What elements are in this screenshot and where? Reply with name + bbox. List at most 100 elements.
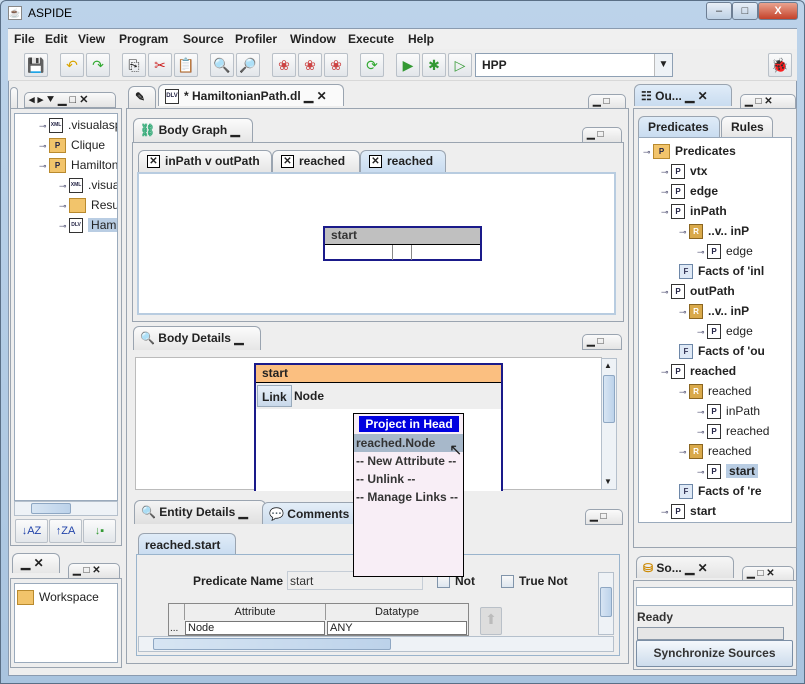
tree-expand-handle[interactable]: ⊸ xyxy=(661,187,671,197)
popup-item-new-attribute[interactable]: -- New Attribute -- xyxy=(354,452,463,470)
bug-icon[interactable]: 🐞 xyxy=(768,53,792,77)
tree-item[interactable]: F Facts of 'ou xyxy=(679,342,765,360)
tree-expand-handle[interactable]: ⊸ xyxy=(59,221,69,231)
body-details-tab[interactable]: 🔍 Body Details ▁ xyxy=(133,326,261,350)
menu-file[interactable]: File xyxy=(14,32,35,46)
body-graph-controls[interactable]: ▁ □ xyxy=(582,127,622,143)
tree-item[interactable]: ⊸ Pedge xyxy=(697,322,753,340)
hidden-tab[interactable] xyxy=(10,87,18,109)
workspace-controls[interactable]: ▁ □ ✕ xyxy=(68,563,120,579)
vertical-scrollbar[interactable]: ▲ ▼ xyxy=(601,358,617,490)
graph-node-start[interactable]: start xyxy=(323,226,482,261)
tree-expand-handle[interactable]: ⊸ xyxy=(697,427,707,437)
workspace-item[interactable]: Workspace xyxy=(39,590,99,604)
tree-item[interactable]: ⊸ R ..v.. inP xyxy=(679,222,749,240)
run-icon[interactable]: ▶ xyxy=(396,53,420,77)
horizontal-scrollbar[interactable] xyxy=(14,501,118,516)
tree-item[interactable]: ⊸ Pedge xyxy=(697,242,753,260)
minimize-button[interactable]: – xyxy=(706,2,732,20)
sort-descending-icon[interactable]: ↑ZA xyxy=(49,519,82,543)
find-replace-icon[interactable]: 🔎 xyxy=(236,53,260,77)
workspace-tab[interactable]: ▁ ✕ xyxy=(12,553,60,573)
paste-icon[interactable]: 📋 xyxy=(174,53,198,77)
tree-expand-handle[interactable]: ⊸ xyxy=(39,121,49,131)
sources-field[interactable] xyxy=(636,587,793,606)
navigator-controls[interactable]: ◂ ▸ ⯆ ▁ □ ✕ xyxy=(24,92,116,108)
tree-item[interactable]: ⊸ P Hamiltonia xyxy=(39,156,117,174)
maximize-button[interactable]: □ xyxy=(732,2,758,20)
cut-icon[interactable]: ✂ xyxy=(148,53,172,77)
tree-item[interactable]: ⊸ Pvtx xyxy=(661,162,707,180)
tree-expand-handle[interactable]: ⊸ xyxy=(39,161,49,171)
tree-item[interactable]: ⊸ Result xyxy=(59,196,117,214)
tree-expand-handle[interactable]: ⊸ xyxy=(661,507,671,517)
tree-item[interactable]: ⊸ P Clique xyxy=(39,136,105,154)
tree-expand-handle[interactable]: ⊸ xyxy=(59,201,69,211)
entity-controls[interactable]: ▁ □ xyxy=(585,509,623,525)
scrollbar-thumb[interactable] xyxy=(153,638,391,650)
body-details-controls[interactable]: ▁ □ xyxy=(582,334,622,350)
checkbox[interactable] xyxy=(501,575,514,589)
menu-view[interactable]: View xyxy=(78,32,105,46)
menu-window[interactable]: Window xyxy=(290,32,336,46)
entity-vertical-scrollbar[interactable] xyxy=(598,572,614,635)
column-header-attribute[interactable]: Attribute xyxy=(184,604,326,620)
checkbox[interactable] xyxy=(437,575,450,589)
tree-item[interactable]: ⊸ XML .visual xyxy=(59,176,117,194)
close-tab-icon[interactable]: ✕ xyxy=(281,155,294,169)
close-tab-icon[interactable]: ✕ xyxy=(147,155,160,169)
tree-expand-handle[interactable]: ⊸ xyxy=(697,247,707,257)
close-button[interactable]: X xyxy=(758,2,798,20)
tree-expand-handle[interactable]: ⊸ xyxy=(679,387,689,397)
tree-expand-handle[interactable]: ⊸ xyxy=(59,181,69,191)
menu-profiler[interactable]: Profiler xyxy=(235,32,277,46)
tree-item[interactable]: ⊸ Pstart xyxy=(661,502,716,520)
popup-item-reached-node[interactable]: reached.Node xyxy=(354,434,463,452)
scroll-down-icon[interactable]: ▼ xyxy=(604,477,612,486)
tree-item[interactable]: ⊸ Rreached xyxy=(679,382,751,400)
tree-expand-handle[interactable]: ⊸ xyxy=(697,407,707,417)
tree-item[interactable]: ⊸ DLV Hamilt xyxy=(59,216,117,234)
pencil-icon[interactable]: ✎ xyxy=(128,86,156,108)
sort-ascending-icon[interactable]: ↓AZ xyxy=(15,519,48,543)
tree-expand-handle[interactable]: ⊸ xyxy=(661,207,671,217)
tree-expand-handle[interactable]: ⊸ xyxy=(643,147,653,157)
tree-item[interactable]: ⊸ R ..v.. inP xyxy=(679,302,749,320)
tree-item[interactable]: F Facts of 're xyxy=(679,482,762,500)
menu-execute[interactable]: Execute xyxy=(348,32,394,46)
scroll-up-icon[interactable]: ▲ xyxy=(604,361,612,370)
tree-item[interactable]: ⊸ PinPath xyxy=(697,402,760,420)
menu-edit[interactable]: Edit xyxy=(45,32,68,46)
tree-item[interactable]: F Facts of 'inl xyxy=(679,262,764,280)
tree-expand-handle[interactable]: ⊸ xyxy=(661,367,671,377)
tree-item[interactable]: ⊸ Pedge xyxy=(661,182,718,200)
undo-icon[interactable]: ↶ xyxy=(60,53,84,77)
graph-tab-inpath[interactable]: ✕ inPath v outPath xyxy=(138,150,272,172)
copy-icon[interactable]: ⎘ xyxy=(122,53,146,77)
run-configuration-select[interactable]: HPP xyxy=(475,53,673,77)
refresh-icon[interactable]: ⟳ xyxy=(360,53,384,77)
body-graph-tab[interactable]: ⛓ Body Graph ▁ xyxy=(133,118,253,142)
save-icon[interactable]: 💾 xyxy=(24,53,48,77)
menu-help[interactable]: Help xyxy=(408,32,434,46)
tree-item[interactable]: ⊸ Preached xyxy=(661,362,736,380)
tree-item[interactable]: ⊸ Rreached xyxy=(679,442,751,460)
tree-item[interactable]: ⊸ P Predicates xyxy=(643,142,736,160)
sources-tab[interactable]: ⛁ So... ▁ ✕ xyxy=(636,556,734,578)
tree-item[interactable]: ⊸ Preached xyxy=(697,422,769,440)
tree-expand-handle[interactable]: ⊸ xyxy=(697,327,707,337)
popup-item-unlink[interactable]: -- Unlink -- xyxy=(354,470,463,488)
redo-icon[interactable]: ↷ xyxy=(86,53,110,77)
link-button[interactable]: Link xyxy=(257,385,292,407)
datatype-cell[interactable]: ANY xyxy=(327,621,467,635)
execute-icon[interactable]: ▷ xyxy=(448,53,472,77)
debug-icon[interactable]: ✱ xyxy=(422,53,446,77)
tree-expand-handle[interactable]: ⊸ xyxy=(661,287,671,297)
column-header-datatype[interactable]: Datatype xyxy=(326,604,468,620)
comments-tab[interactable]: 💬 Comments xyxy=(262,502,362,524)
tree-expand-handle[interactable]: ⊸ xyxy=(661,167,671,177)
true-not-checkbox[interactable]: True Not xyxy=(501,574,568,589)
tree-item[interactable]: ⊸ PoutPath xyxy=(661,282,735,300)
scrollbar-thumb[interactable] xyxy=(600,587,612,617)
tab-rules[interactable]: Rules xyxy=(721,116,773,137)
